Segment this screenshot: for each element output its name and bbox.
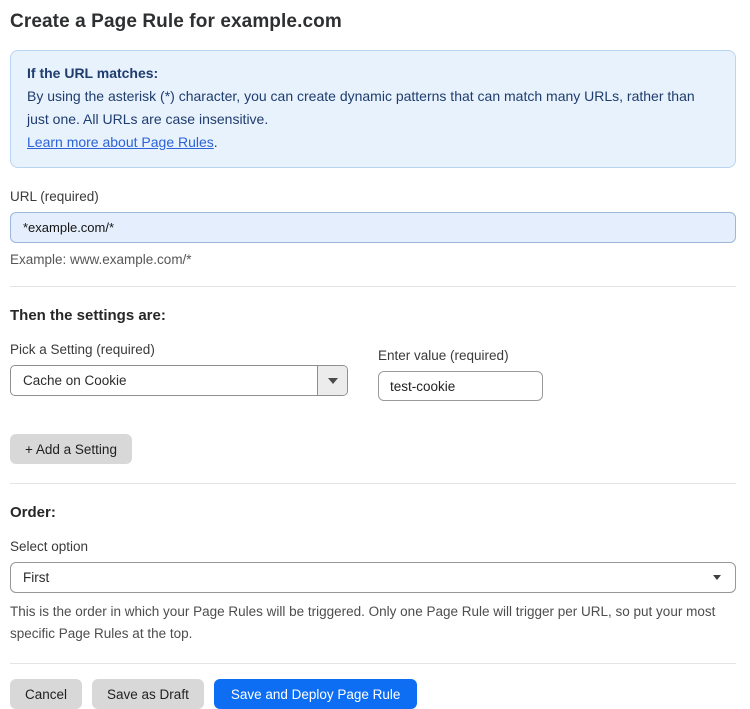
setting-value-input[interactable]	[378, 371, 543, 401]
settings-row: Pick a Setting (required) Cache on Cooki…	[10, 342, 736, 401]
cancel-button[interactable]: Cancel	[10, 679, 83, 709]
link-period: .	[213, 134, 218, 150]
order-select-label: Select option	[10, 539, 89, 554]
save-as-draft-button[interactable]: Save as Draft	[92, 679, 204, 709]
setting-select[interactable]: Cache on Cookie	[10, 365, 348, 396]
order-help-text: This is the order in which your Page Rul…	[10, 604, 716, 641]
url-field-label: URL (required)	[10, 189, 99, 204]
footer-actions: Cancel Save as Draft Save and Deploy Pag…	[10, 679, 736, 709]
order-select[interactable]: First	[10, 562, 736, 593]
setting-select-value: Cache on Cookie	[23, 373, 127, 388]
order-section-heading: Order:	[10, 504, 56, 521]
setting-value-label: Enter value (required)	[378, 348, 509, 363]
info-box-heading: If the URL matches:	[27, 65, 159, 81]
divider	[10, 286, 736, 287]
setting-select-arrow-button[interactable]	[317, 366, 347, 395]
url-field-group: URL (required) Example: www.example.com/…	[10, 189, 736, 267]
add-setting-button[interactable]: + Add a Setting	[10, 434, 132, 464]
order-select-group: Select option First This is the order in…	[10, 539, 736, 644]
save-and-deploy-button[interactable]: Save and Deploy Page Rule	[213, 679, 418, 709]
info-box-link-line: Learn more about Page Rules.	[27, 131, 719, 154]
url-example-text: Example: www.example.com/*	[10, 252, 192, 267]
setting-value-group: Enter value (required)	[378, 342, 543, 401]
info-box-body: By using the asterisk (*) character, you…	[27, 85, 719, 131]
settings-section-heading: Then the settings are:	[10, 307, 166, 324]
chevron-down-icon	[713, 575, 721, 580]
learn-more-link[interactable]: Learn more about Page Rules	[27, 134, 214, 150]
chevron-down-icon	[327, 377, 338, 384]
setting-select-group: Pick a Setting (required) Cache on Cooki…	[10, 342, 348, 401]
divider	[10, 663, 736, 664]
setting-select-label: Pick a Setting (required)	[10, 342, 155, 357]
order-select-value: First	[23, 570, 50, 585]
page-title: Create a Page Rule for example.com	[10, 11, 342, 32]
url-input[interactable]	[10, 212, 736, 243]
info-box-body-text: By using the asterisk (*) character, you…	[27, 88, 695, 127]
divider	[10, 483, 736, 484]
url-match-info-box: If the URL matches: By using the asteris…	[10, 50, 736, 168]
